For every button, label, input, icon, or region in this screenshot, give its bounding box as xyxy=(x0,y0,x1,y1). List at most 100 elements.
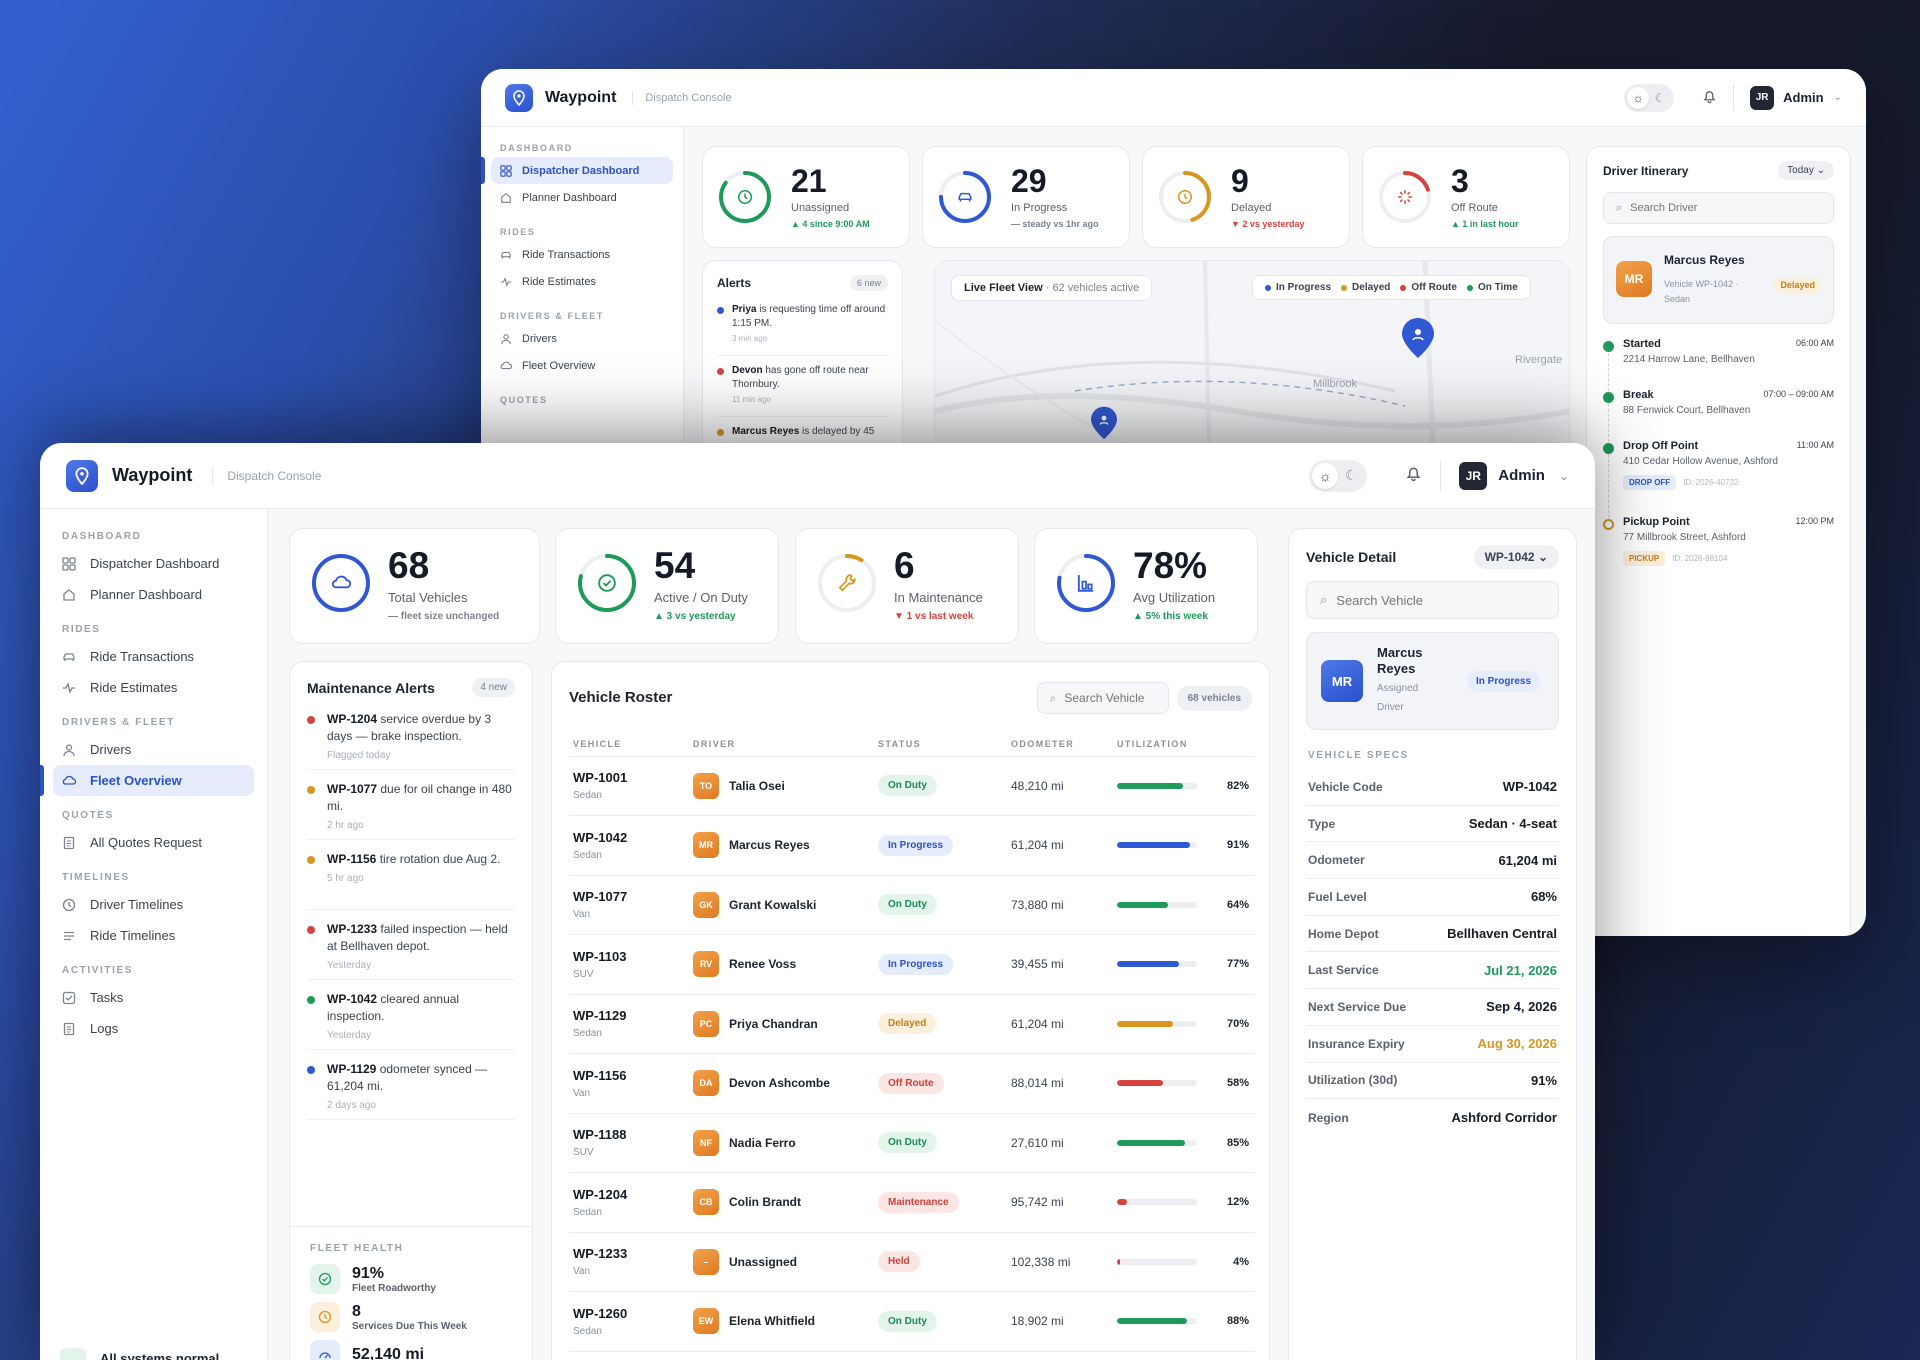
chevron-down-icon[interactable]: ⌄ xyxy=(1559,469,1569,483)
pulse-icon xyxy=(62,681,76,695)
sidebar-item-ride-estimates[interactable]: Ride Estimates xyxy=(491,268,673,295)
table-row[interactable]: WP-1103 SUV RV Renee Voss In Progress 39,455 … xyxy=(569,935,1255,994)
column-header: DRIVER xyxy=(689,732,874,757)
itinerary-stop[interactable]: Started 06:00 AM 2214 Harrow Lane, Bellhav… xyxy=(1603,338,1834,389)
chevron-down-icon[interactable]: ⌄ xyxy=(1834,92,1842,103)
table-row[interactable]: WP-1129 Sedan PC Priya Chandran Delayed 61,20… xyxy=(569,994,1255,1054)
brand-logo[interactable] xyxy=(66,459,98,492)
kpi-delta: ▲ 1 in last hour xyxy=(1451,219,1519,229)
utilization-bar-fill xyxy=(1117,1258,1121,1265)
driver-search-field[interactable]: ⌕ xyxy=(1603,192,1834,224)
table-row[interactable]: WP-1233 Van – Unassigned Held 102,338 mi 4% xyxy=(569,1232,1255,1292)
sidebar-item-logs[interactable]: Logs xyxy=(53,1013,254,1044)
itinerary-range-select[interactable]: Today ⌄ xyxy=(1778,161,1834,180)
vehicle-detail-search-field[interactable]: ⌕ xyxy=(1306,581,1559,619)
chevron-down-icon: ⌄ xyxy=(1537,550,1548,564)
admin-avatar[interactable]: JR xyxy=(1750,85,1775,110)
table-row[interactable]: WP-1204 Sedan CB Colin Brandt Maintenance 95,… xyxy=(569,1173,1255,1232)
sidebar-item-dispatcher-dashboard[interactable]: Dispatcher Dashboard xyxy=(53,548,254,579)
utilization-percent: 82% xyxy=(1226,779,1249,792)
itinerary-stop[interactable]: Drop Off Point 11:00 AM 410 Cedar Hollow A… xyxy=(1603,440,1834,516)
alert-item[interactable]: WP-1129 odometer synced — 61,204 mi. 2 da… xyxy=(307,1061,515,1120)
kpi-delta: — steady vs 1hr ago xyxy=(1011,219,1099,229)
table-row[interactable]: WP-1001 Sedan TO Talia Osei On Duty 48,210 mi… xyxy=(569,756,1255,816)
sidebar-item-dispatcher-dashboard[interactable]: Dispatcher Dashboard xyxy=(481,157,673,184)
top-bar: Waypoint Dispatch Console ☼ ☾ JR Admin ⌄ xyxy=(481,69,1866,127)
bell-icon[interactable] xyxy=(1405,464,1422,487)
itinerary-driver-card[interactable]: MR Marcus Reyes Vehicle WP-1042 · Sedan … xyxy=(1603,236,1834,324)
vehicle-roster-card: Vehicle Roster ⌕ 68 vehicles VEHICLEDRIV… xyxy=(551,661,1270,1360)
sidebar-item-drivers[interactable]: Drivers xyxy=(491,325,673,352)
driver-search-input[interactable] xyxy=(1630,202,1781,214)
sidebar-item-fleet-overview[interactable]: Fleet Overview xyxy=(40,765,254,796)
kpi-card[interactable]: 78% Avg Utilization ▲ 5% this week xyxy=(1034,528,1258,644)
itinerary-stop[interactable]: Break 07:00 – 09:00 AM 88 Fenwick Court, B… xyxy=(1603,389,1834,440)
sidebar-item-drivers[interactable]: Drivers xyxy=(53,734,254,765)
sidebar-item-fleet-overview[interactable]: Fleet Overview xyxy=(491,352,673,379)
table-row[interactable]: WP-1042 Sedan MR Marcus Reyes In Progress 61,… xyxy=(569,816,1255,875)
sidebar-item-ride-timelines[interactable]: Ride Timelines xyxy=(53,920,254,951)
sidebar-item-planner-dashboard[interactable]: Planner Dashboard xyxy=(53,579,254,610)
sun-icon[interactable]: ☼ xyxy=(1312,462,1339,489)
kpi-card[interactable]: 29 In Progress — steady vs 1hr ago xyxy=(922,146,1130,248)
kpi-card[interactable]: 3 Off Route ▲ 1 in last hour xyxy=(1362,146,1570,248)
moon-icon[interactable]: ☾ xyxy=(1338,463,1364,489)
vehicle-search-field[interactable]: ⌕ xyxy=(1036,682,1169,714)
sun-icon[interactable]: ☼ xyxy=(1627,86,1650,109)
sidebar-item-tasks[interactable]: Tasks xyxy=(53,982,254,1013)
alert-item[interactable]: WP-1042 cleared annual inspection. Yester… xyxy=(307,991,515,1050)
alert-item[interactable]: WP-1204 service overdue by 3 days — brak… xyxy=(307,711,515,770)
spec-row: Next Service Due Sep 4, 2026 xyxy=(1306,989,1559,1026)
brand-logo[interactable] xyxy=(505,83,533,112)
front-window: Waypoint Dispatch Console ☼ ☾ JR Admin ⌄ … xyxy=(40,443,1595,1360)
sidebar-item-ride-transactions[interactable]: Ride Transactions xyxy=(491,241,673,268)
map-title: Live Fleet View xyxy=(964,282,1043,294)
utilization-percent: 88% xyxy=(1226,1315,1249,1328)
spec-label: Utilization (30d) xyxy=(1308,1073,1398,1088)
sidebar-item-all-quotes-request[interactable]: All Quotes Request xyxy=(53,827,254,858)
vehicle-type: Van xyxy=(573,1087,591,1099)
kpi-card[interactable]: 54 Active / On Duty ▲ 3 vs yesterday xyxy=(555,528,779,644)
alert-item[interactable]: Priya is requesting time off around 1:15… xyxy=(717,303,888,356)
theme-toggle[interactable]: ☼ ☾ xyxy=(1309,459,1368,492)
admin-avatar[interactable]: JR xyxy=(1459,461,1488,490)
alert-item[interactable]: Devon has gone off route near Thornbury.… xyxy=(717,364,888,417)
vehicle-select[interactable]: WP-1042 ⌄ xyxy=(1473,545,1559,569)
itinerary-stop[interactable]: Pickup Point 12:00 PM 77 Millbrook Street,… xyxy=(1603,516,1834,592)
spec-label: Region xyxy=(1308,1110,1349,1125)
sidebar-item-planner-dashboard[interactable]: Planner Dashboard xyxy=(491,184,673,211)
spec-value: 68% xyxy=(1530,889,1557,905)
kpi-card[interactable]: 6 In Maintenance ▼ 1 vs last week xyxy=(795,528,1019,644)
vehicle-search-input[interactable] xyxy=(1064,691,1155,705)
admin-name[interactable]: Admin xyxy=(1783,90,1823,105)
bell-icon[interactable] xyxy=(1702,88,1717,108)
map-pin-vehicle[interactable] xyxy=(1401,317,1435,364)
table-row[interactable]: WP-1156 Van DA Devon Ashcombe Off Route 88,01… xyxy=(569,1054,1255,1113)
assigned-driver-card[interactable]: MR Marcus Reyes Assigned Driver In Progr… xyxy=(1306,632,1559,730)
map-pin-vehicle[interactable] xyxy=(1090,406,1118,445)
table-row[interactable]: WP-1188 SUV NF Nadia Ferro On Duty 27,610 mi 8… xyxy=(569,1113,1255,1173)
alert-text: is delayed by 45 xyxy=(799,426,875,437)
kpi-card[interactable]: 68 Total Vehicles — fleet size unchanged xyxy=(289,528,540,644)
table-row[interactable]: WP-1260 Sedan EW Elena Whitfield On Duty 18,9… xyxy=(569,1292,1255,1351)
odometer-value: 18,902 mi xyxy=(1011,1314,1064,1329)
sidebar-item-ride-transactions[interactable]: Ride Transactions xyxy=(53,641,254,672)
alert-item[interactable]: WP-1156 tire rotation due Aug 2. 5 hr ago xyxy=(307,851,515,910)
theme-toggle[interactable]: ☼ ☾ xyxy=(1624,83,1675,112)
fleet-health-item: 52,140 mi xyxy=(310,1340,512,1360)
admin-name[interactable]: Admin xyxy=(1498,467,1545,484)
sidebar-item-driver-timelines[interactable]: Driver Timelines xyxy=(53,889,254,920)
car-icon xyxy=(957,189,973,205)
kpi-card[interactable]: 21 Unassigned ▲ 4 since 9:00 AM xyxy=(702,146,910,248)
kpi-card[interactable]: 9 Delayed ▼ 2 vs yesterday xyxy=(1142,146,1350,248)
alert-item[interactable]: WP-1077 due for oil change in 480 mi. 2 h… xyxy=(307,781,515,840)
kpi-delta: ▼ 1 vs last week xyxy=(894,611,974,622)
kpi-value: 78% xyxy=(1133,545,1208,586)
utilization-percent: 91% xyxy=(1226,839,1249,852)
sidebar-item-ride-estimates[interactable]: Ride Estimates xyxy=(53,672,254,703)
alert-item[interactable]: WP-1233 failed inspection — held at Bell… xyxy=(307,921,515,980)
table-row[interactable]: WP-1077 Van GK Grant Kowalski On Duty 73,880 … xyxy=(569,875,1255,935)
vehicle-detail-search-input[interactable] xyxy=(1336,592,1537,608)
moon-icon[interactable]: ☾ xyxy=(1649,87,1671,109)
stop-time: 06:00 AM xyxy=(1795,338,1834,348)
